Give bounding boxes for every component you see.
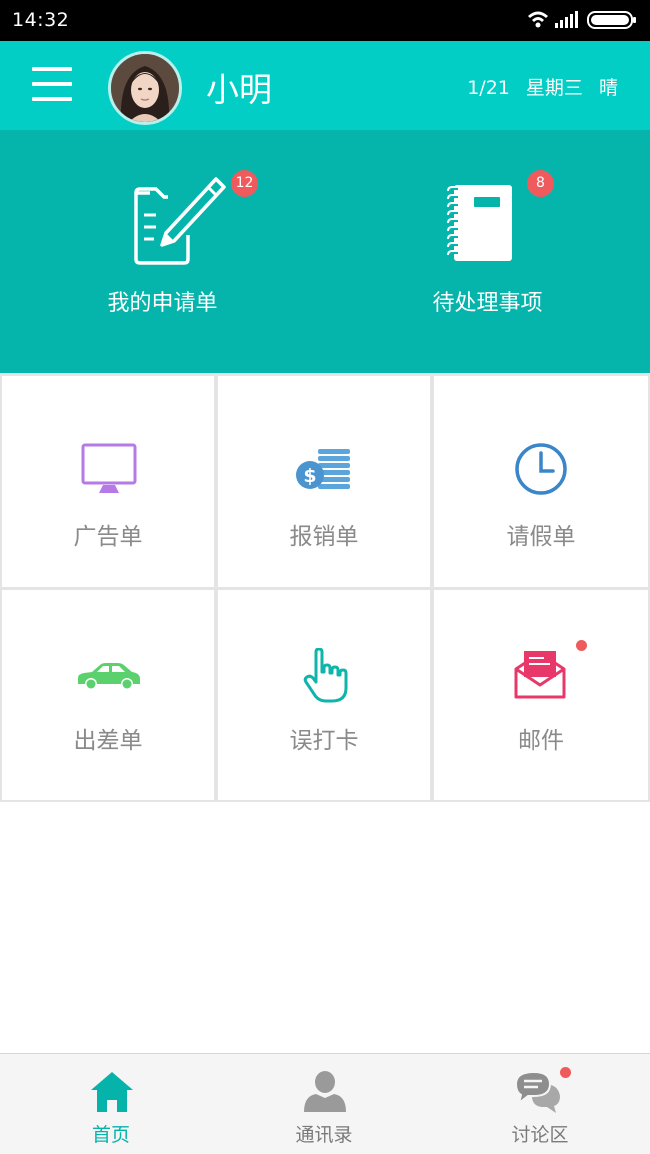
nav-contacts[interactable]: 通讯录 [216,1054,432,1154]
header-date: 1/21 星期三 晴 [457,73,618,100]
nav-home[interactable]: 首页 [3,1054,219,1154]
nav-discussion-label: 讨论区 [511,1124,569,1146]
status-icons [528,8,640,32]
grid-item-label: 出差单 [73,728,143,754]
battery-icon [587,11,636,29]
nav-contacts-label: 通讯录 [295,1124,353,1146]
my-applications-button[interactable]: 12 我的申请单 [0,130,325,373]
discussion-unread-dot [560,1067,571,1078]
clock-icon [515,443,567,495]
grid-item-missed-punch-form[interactable]: 误打卡 [218,590,430,800]
hero-panel: 12 我的申请单 8 待处理事项 [0,130,650,373]
pending-items-label: 待处理事项 [432,291,543,316]
grid-item-label: 报销单 [289,524,359,550]
nav-discussion[interactable]: 讨论区 [432,1054,648,1154]
status-bar: 14:32 [0,0,650,41]
car-icon [78,663,140,690]
coins-dollar-icon: $ [296,449,350,489]
grid-item-label: 请假单 [506,524,576,550]
my-applications-label: 我的申请单 [107,291,218,316]
svg-text:$: $ [303,465,316,487]
app-header: 小明 1/21 星期三 晴 [0,41,650,130]
pending-items-button[interactable]: 8 待处理事项 [325,130,650,373]
grid-item-label: 误打卡 [289,728,359,754]
bottom-nav: 首页 通讯录 讨论区 [0,1053,650,1154]
grid-item-expense-form[interactable]: $ 报销单 [218,376,430,587]
chat-bubbles-icon [514,1070,560,1113]
applications-count-badge: 12 [231,170,258,197]
user-name: 小明 [206,70,272,109]
grid-item-leave-form[interactable]: 请假单 [434,376,648,587]
home-icon [91,1072,133,1112]
weekday-text: 星期三 [525,77,583,99]
function-grid: 广告单 $ 报销单 请假单 出差单 误打卡 邮件 [0,373,650,802]
pending-count-badge: 8 [527,170,554,197]
wifi-icon [528,11,548,28]
date-text: 1/21 [467,77,510,99]
status-time: 14:32 [12,9,70,31]
mail-unread-dot [576,640,587,651]
monitor-icon [81,443,137,493]
grid-item-ad-form[interactable]: 广告单 [2,376,214,587]
nav-home-label: 首页 [91,1124,130,1146]
avatar[interactable] [108,51,182,125]
grid-item-label: 广告单 [73,524,143,550]
mail-open-icon [514,651,566,699]
grid-item-mail[interactable]: 邮件 [434,590,648,800]
signal-icon [555,11,578,28]
hamburger-menu-icon[interactable] [32,67,74,103]
pointing-hand-icon [303,648,348,703]
grid-item-travel-form[interactable]: 出差单 [2,590,214,800]
edit-document-icon [134,177,226,265]
contacts-person-icon [304,1071,346,1112]
grid-item-label: 邮件 [518,728,564,754]
weather-text: 晴 [598,77,618,99]
notebook-icon [447,185,512,261]
